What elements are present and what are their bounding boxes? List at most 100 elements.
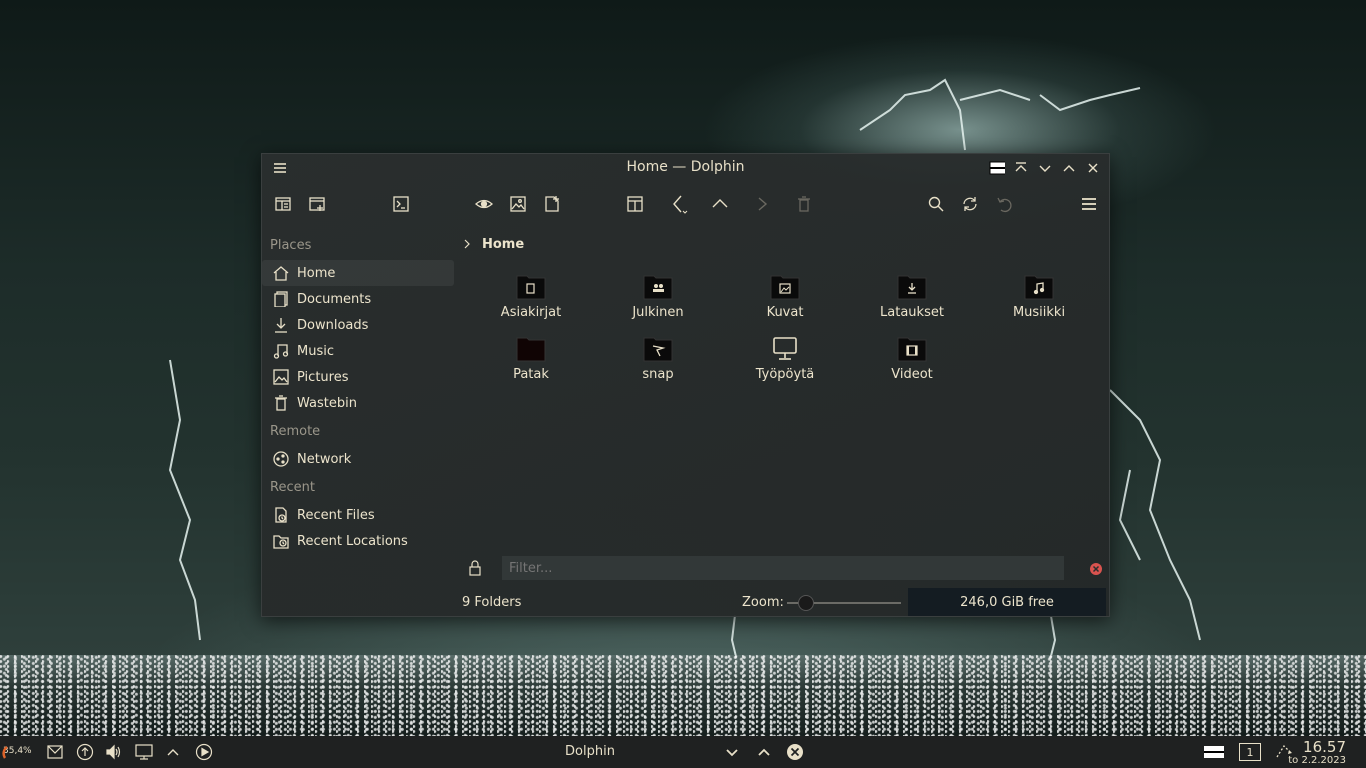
chevron-down-icon[interactable]	[723, 743, 741, 761]
close-button[interactable]	[1085, 159, 1101, 177]
task-dolphin[interactable]: Dolphin	[540, 744, 640, 759]
sidebar-item-recent-files[interactable]: Recent Files	[262, 502, 457, 528]
hamburger-icon	[1082, 198, 1096, 210]
chevron-right-icon[interactable]	[462, 235, 472, 254]
sidebar-item-label: Recent Locations	[297, 533, 408, 549]
up-button[interactable]	[708, 192, 732, 216]
folder-documents-icon	[516, 272, 546, 300]
toggle-panels-button[interactable]	[271, 192, 295, 216]
zoom-slider-handle[interactable]	[798, 595, 814, 611]
sidebar-item-label: Network	[297, 451, 352, 467]
home-icon	[272, 264, 290, 282]
minimize-button[interactable]	[1037, 159, 1053, 177]
split-view-button[interactable]	[623, 192, 647, 216]
folder-snap-icon	[643, 334, 673, 362]
cpu-ring-icon	[2, 743, 20, 761]
keep-above-button[interactable]	[989, 159, 1005, 177]
new-folder-button[interactable]	[540, 192, 564, 216]
pager-desktop[interactable]: 1	[1238, 743, 1262, 761]
chevron-up-icon	[712, 199, 728, 208]
folder-item[interactable]: Videot	[849, 334, 975, 382]
section-places-title: Places	[270, 238, 312, 253]
new-window-button[interactable]	[305, 192, 329, 216]
refresh-icon	[963, 197, 977, 211]
section-remote-title: Remote	[270, 424, 321, 439]
preview-button[interactable]	[506, 192, 530, 216]
sidebar-item-home[interactable]: Home	[262, 260, 454, 286]
toolbar	[262, 184, 1109, 224]
keep-above-icon	[989, 161, 1005, 175]
sidebar-item-wastebin[interactable]: Wastebin	[262, 390, 457, 416]
sidebar-item-label: Wastebin	[297, 395, 357, 411]
folder-item[interactable]: Kuvat	[722, 272, 848, 320]
folder-item[interactable]: Asiakirjat	[468, 272, 594, 320]
clear-icon	[1090, 563, 1102, 575]
places-panel: Places Home Documents Downloads Music Pi…	[262, 234, 457, 554]
folder-item[interactable]: Lataukset	[849, 272, 975, 320]
terminal-icon	[393, 196, 409, 212]
file-name: Patak	[513, 367, 549, 382]
forward-button[interactable]	[750, 192, 774, 216]
sidebar-item-music[interactable]: Music	[262, 338, 457, 364]
volume-icon[interactable]	[105, 743, 123, 761]
display-icon[interactable]	[135, 743, 153, 761]
chevron-down-icon	[1039, 165, 1051, 172]
undo-button[interactable]	[992, 192, 1016, 216]
panels-icon	[275, 197, 291, 211]
sidebar-item-label: Pictures	[297, 369, 349, 385]
folder-item[interactable]: Musiikki	[976, 272, 1102, 320]
search-icon	[928, 196, 944, 212]
trash-icon	[798, 196, 810, 212]
digital-clock[interactable]: 16.57 to 2.2.2023	[1288, 739, 1346, 767]
app-menu-button[interactable]	[1077, 192, 1101, 216]
breadcrumb: Home	[462, 234, 524, 254]
delete-button[interactable]	[792, 192, 816, 216]
search-button[interactable]	[924, 192, 948, 216]
breadcrumb-home[interactable]: Home	[482, 237, 524, 252]
lock-icon[interactable]	[468, 560, 482, 580]
sidebar-item-pictures[interactable]: Pictures	[262, 364, 457, 390]
close-task-icon[interactable]	[786, 743, 804, 761]
sidebar-item-recent-locations[interactable]: Recent Locations	[262, 528, 457, 554]
download-icon	[272, 316, 290, 334]
sidebar-item-network[interactable]: Network	[262, 446, 457, 472]
sidebar-item-downloads[interactable]: Downloads	[262, 312, 457, 338]
desktop-icon	[770, 334, 800, 362]
clear-filter-button[interactable]	[1089, 561, 1103, 580]
media-play-icon[interactable]	[195, 743, 213, 761]
keep-above-icon[interactable]	[1203, 743, 1225, 761]
section-recent-title: Recent	[270, 480, 315, 495]
sidebar-item-label: Downloads	[297, 317, 369, 333]
wallpaper-city-lights	[0, 655, 1366, 737]
show-hidden-button[interactable]	[472, 192, 496, 216]
file-name: Julkinen	[632, 305, 684, 320]
new-window-icon	[309, 197, 325, 211]
chevron-up-icon	[1063, 165, 1075, 172]
status-bar: 9 Folders Zoom: 246,0 GiB free	[262, 588, 1109, 616]
filter-input[interactable]	[502, 556, 1064, 580]
sidebar-item-label: Music	[297, 343, 334, 359]
back-arrow-icon	[673, 195, 688, 214]
file-name: Asiakirjat	[500, 305, 562, 320]
free-space-indicator[interactable]: 246,0 GiB free	[908, 588, 1106, 616]
back-button[interactable]	[667, 192, 691, 216]
folder-item[interactable]: snap	[595, 334, 721, 382]
forward-arrow-icon	[758, 197, 768, 211]
reload-button[interactable]	[958, 192, 982, 216]
open-terminal-button[interactable]	[389, 192, 413, 216]
folder-item[interactable]: Patak	[468, 334, 594, 382]
eye-icon	[475, 199, 493, 209]
sidebar-item-label: Home	[297, 265, 336, 281]
folder-item[interactable]: Julkinen	[595, 272, 721, 320]
close-icon	[1088, 163, 1098, 173]
folder-icon	[516, 334, 546, 362]
mail-icon[interactable]	[46, 743, 64, 761]
chevron-up-icon[interactable]	[755, 743, 773, 761]
chevron-up-icon[interactable]	[164, 743, 182, 761]
folder-count: 9 Folders	[462, 595, 522, 610]
updates-icon[interactable]	[76, 743, 94, 761]
shade-button[interactable]	[1013, 159, 1029, 177]
folder-item[interactable]: Työpöytä	[722, 334, 848, 382]
maximize-button[interactable]	[1061, 159, 1077, 177]
sidebar-item-documents[interactable]: Documents	[262, 286, 457, 312]
